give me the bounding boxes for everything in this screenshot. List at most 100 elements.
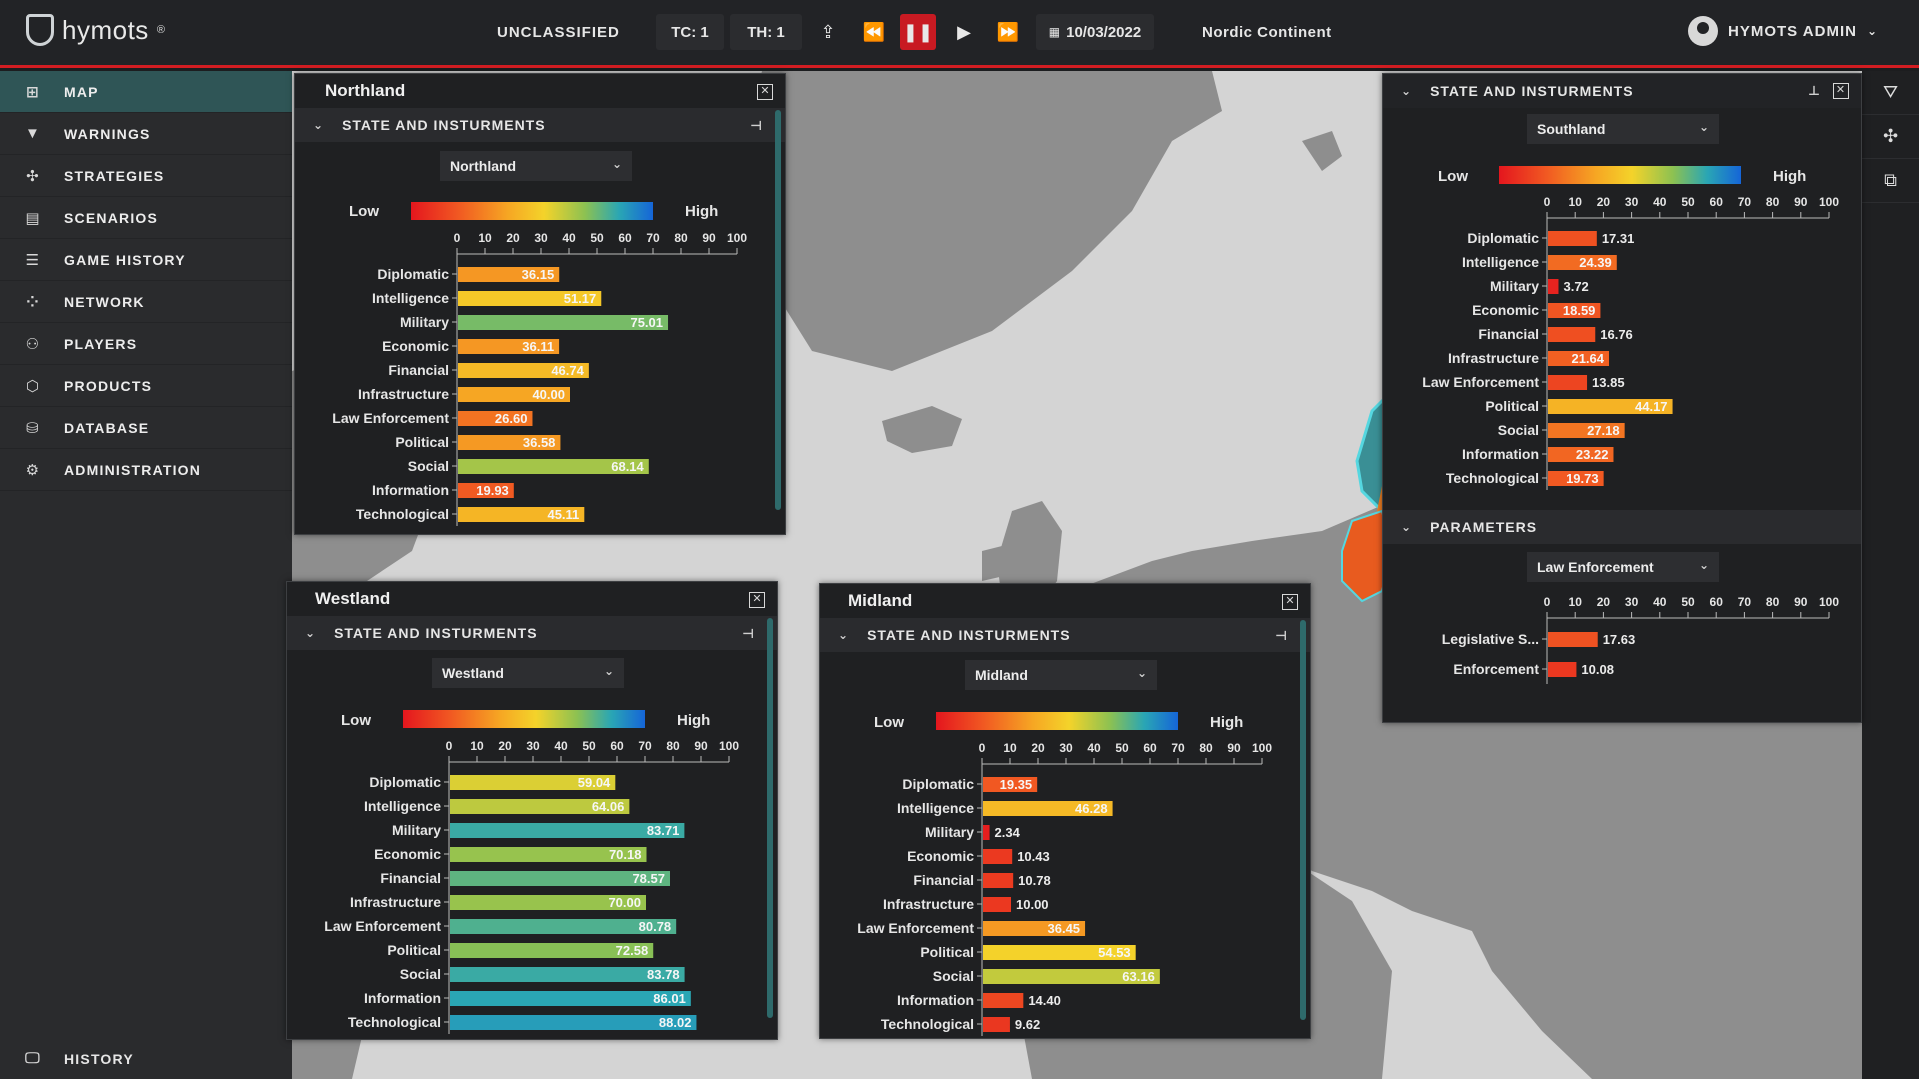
bar [1548, 279, 1559, 294]
parameter-dropdown[interactable]: Law Enforcement ⌄ [1527, 552, 1719, 582]
data-label: 10.43 [1017, 849, 1050, 864]
tick-label: 20 [1031, 741, 1045, 755]
section-title: PARAMETERS [1430, 519, 1538, 535]
tick-label: 50 [1681, 595, 1695, 609]
panel-title: Midland [848, 591, 913, 610]
state-section-header[interactable]: ⌄ STATE AND INSTURMENTS ⊣ [295, 108, 785, 142]
data-label: 46.28 [1075, 801, 1108, 816]
category-label: Technological [356, 506, 449, 522]
sidebar-item-map[interactable]: ⊞ MAP [0, 71, 292, 113]
region-dropdown[interactable]: Midland ⌄ [965, 660, 1157, 690]
category-label: Infrastructure [350, 894, 441, 910]
tick-label: 20 [1597, 195, 1611, 209]
pin-icon[interactable]: ⊣ [750, 118, 763, 134]
sidebar: ⊞ MAP ▼ WARNINGS ✣ STRATEGIES ▤ SCENARIOS ☰ GAME … [0, 71, 292, 1079]
chevron-down-icon: ⌄ [611, 157, 622, 171]
category-label: Economic [382, 338, 449, 354]
category-label: Social [400, 966, 441, 982]
state-section-header[interactable]: ⌄ STATE AND INSTURMENTS ⊥ ✕ [1383, 74, 1861, 108]
fast-forward-button[interactable]: ⏩ [990, 14, 1026, 50]
chevron-down-icon: ⌄ [313, 118, 325, 132]
state-section-header[interactable]: ⌄ STATE AND INSTURMENTS ⊣ [287, 616, 777, 650]
sidebar-item-players[interactable]: ⚇ PLAYERS [0, 323, 292, 365]
sidebar-item-network[interactable]: ⁘ NETWORK [0, 281, 292, 323]
chevron-down-icon: ⌄ [838, 628, 850, 642]
category-label: Information [1462, 446, 1539, 462]
strategy-tool-button[interactable]: ✣ [1862, 115, 1919, 159]
close-icon[interactable]: ✕ [1282, 594, 1298, 610]
region-dropdown[interactable]: Southland ⌄ [1527, 114, 1719, 144]
close-icon[interactable]: ✕ [757, 84, 773, 100]
scrollbar[interactable] [775, 110, 781, 510]
data-label: 19.73 [1566, 471, 1599, 486]
pause-button[interactable]: ❚❚ [900, 14, 936, 50]
box-icon: ⬡ [25, 377, 41, 395]
sidebar-item-label: HISTORY [64, 1050, 134, 1067]
sidebar-item-warnings[interactable]: ▼ WARNINGS [0, 113, 292, 155]
tick-label: 100 [1819, 595, 1839, 609]
data-label: 24.39 [1579, 255, 1612, 270]
logo[interactable]: hymots ® [26, 14, 165, 46]
rewind-icon: ⏪ [862, 21, 886, 42]
legend-low: Low [1438, 168, 1468, 185]
tick-label: 80 [674, 231, 688, 245]
southland-bar-chart: 0 10 20 30 40 50 60 70 80 90 100 Diplomatic 17.31 Int… [1422, 195, 1839, 490]
sidebar-item-label: PLAYERS [64, 335, 138, 352]
category-label: Financial [913, 872, 974, 888]
play-button[interactable]: ▶ [946, 14, 982, 50]
database-icon: ⛁ [26, 419, 40, 437]
midland-panel: Midland ✕ ⌄ STATE AND INSTURMENTS ⊣ Midl… [819, 583, 1311, 1039]
data-label: 17.63 [1603, 632, 1636, 647]
region-dropdown[interactable]: Westland ⌄ [432, 658, 624, 688]
date-display[interactable]: ▦ 10/03/2022 [1036, 14, 1154, 50]
sliders-button[interactable]: ⧉ [1862, 159, 1919, 203]
category-label: Political [395, 434, 449, 450]
data-label: 59.04 [578, 775, 611, 790]
strategy-icon: ✣ [26, 167, 40, 185]
data-label: 78.57 [632, 871, 665, 886]
data-label: 86.01 [653, 991, 686, 1006]
tick-label: 20 [498, 739, 512, 753]
bar [1548, 327, 1596, 342]
sidebar-item-game-history[interactable]: ☰ GAME HISTORY [0, 239, 292, 281]
sidebar-item-products[interactable]: ⬡ PRODUCTS [0, 365, 292, 407]
data-label: 13.85 [1592, 375, 1625, 390]
sidebar-item-history[interactable]: 🖵 HISTORY [0, 1038, 330, 1079]
tick-label: 0 [1544, 595, 1551, 609]
midland-bar-chart: 0 10 20 30 40 50 60 70 80 90 100 Diplomatic 19.35 Int… [857, 741, 1272, 1036]
data-label: 54.53 [1098, 945, 1131, 960]
sidebar-item-database[interactable]: ⛁ DATABASE [0, 407, 292, 449]
bar [983, 873, 1014, 888]
tick-label: 60 [1143, 741, 1157, 755]
category-label: Political [387, 942, 441, 958]
region-dropdown[interactable]: Northland ⌄ [440, 151, 632, 181]
parameters-section-header[interactable]: ⌄ PARAMETERS [1383, 510, 1861, 544]
legend-gradient [936, 712, 1178, 730]
filter-button[interactable]: ⛛ [1862, 71, 1919, 115]
user-menu[interactable]: HYMOTS ADMIN ⌄ [1688, 16, 1878, 46]
sidebar-item-strategies[interactable]: ✣ STRATEGIES [0, 155, 292, 197]
scrollbar[interactable] [767, 618, 773, 1018]
parameters-bar-chart: 0 10 20 30 40 50 60 70 80 90 100 Legislative S... 17… [1442, 595, 1839, 684]
pin-icon[interactable]: ⊣ [1275, 628, 1288, 644]
data-label: 16.76 [1600, 327, 1633, 342]
bar [1548, 632, 1598, 647]
region-title: Nordic Continent [1202, 24, 1332, 41]
tick-label: 0 [979, 741, 986, 755]
section-title: STATE AND INSTURMENTS [334, 625, 538, 641]
pin-icon[interactable]: ⊣ [742, 626, 755, 642]
sidebar-item-scenarios[interactable]: ▤ SCENARIOS [0, 197, 292, 239]
sidebar-item-administration[interactable]: ⚙ ADMINISTRATION [0, 449, 292, 491]
state-section-header[interactable]: ⌄ STATE AND INSTURMENTS ⊣ [820, 618, 1310, 652]
pin-icon[interactable]: ⊥ [1808, 83, 1821, 99]
rewind-button[interactable]: ⏪ [856, 14, 892, 50]
scrollbar[interactable] [1300, 620, 1306, 1020]
chevron-down-icon: ⌄ [603, 664, 614, 678]
category-label: Law Enforcement [332, 410, 449, 426]
panel-title: Westland [315, 589, 391, 608]
category-label: Law Enforcement [324, 918, 441, 934]
category-label: Financial [388, 362, 449, 378]
close-icon[interactable]: ✕ [1833, 83, 1849, 99]
upload-button[interactable]: ⇪ [810, 14, 846, 50]
close-icon[interactable]: ✕ [749, 592, 765, 608]
